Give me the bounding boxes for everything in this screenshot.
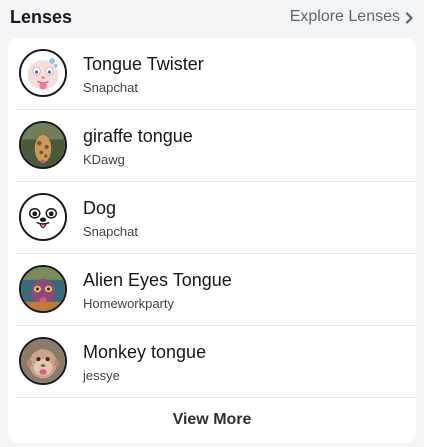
lens-row[interactable]: giraffe tongue KDawg [8, 110, 416, 182]
lens-creator: jessye [83, 368, 120, 383]
lens-name: giraffe tongue [83, 126, 193, 146]
row-divider [16, 397, 416, 398]
explore-lenses-label: Explore Lenses [289, 8, 400, 25]
lens-creator: KDawg [83, 152, 125, 167]
lens-creator: Snapchat [83, 80, 138, 95]
lenses-list-card: Tongue Twister Snapchat giraffe tongue K… [8, 38, 416, 443]
lens-name: Dog [83, 198, 117, 218]
section-title: Lenses [10, 7, 73, 27]
lens-creator: Snapchat [83, 224, 138, 239]
lens-row[interactable]: Monkey tongue jessye [8, 326, 416, 398]
dog-face-avatar [19, 193, 67, 241]
explore-lenses-link[interactable]: Explore Lenses [290, 8, 414, 26]
lens-creator: Homeworkparty [83, 296, 175, 311]
view-more-button[interactable]: View More [8, 400, 416, 440]
giraffe-photo-avatar [19, 121, 67, 169]
lens-row[interactable]: Alien Eyes Tongue Homeworkparty [8, 254, 416, 326]
tongue-twister-avatar [19, 49, 67, 97]
lenses-header: Lenses Explore Lenses [0, 0, 424, 36]
lens-row[interactable]: Dog Snapchat [8, 182, 416, 254]
lens-name: Monkey tongue [83, 342, 207, 362]
chevron-right-icon [404, 11, 414, 24]
alien-photo-avatar [19, 265, 67, 313]
lens-row[interactable]: Tongue Twister Snapchat [8, 38, 416, 110]
lens-name: Tongue Twister [83, 54, 204, 74]
lens-name: Alien Eyes Tongue [83, 270, 232, 290]
monkey-photo-avatar [19, 337, 67, 385]
